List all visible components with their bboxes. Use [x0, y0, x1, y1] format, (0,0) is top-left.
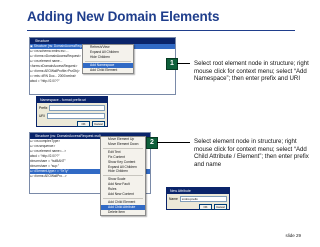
namespace-dialog-buttons: OK Cancel — [37, 119, 107, 129]
ok-button[interactable]: OK — [199, 204, 212, 210]
slide-number: slide 29 — [285, 233, 301, 238]
ok-button[interactable]: OK — [77, 121, 90, 127]
prefix-row: Prefix — [37, 103, 107, 111]
new-attribute-dialog: New Attribute Name xmlns:prefix OK Cance… — [166, 187, 230, 210]
uri-row: URI — [37, 111, 107, 119]
callout-1-text: Select root element node in structure; r… — [194, 60, 309, 83]
title-underline — [27, 30, 295, 31]
menu-separator — [103, 175, 143, 177]
namespace-dialog: Namespace - format prefix:uri Prefix URI… — [36, 96, 108, 127]
prefix-label: Prefix — [39, 106, 48, 110]
menu-item-hide-children[interactable]: Hide Children — [83, 55, 133, 60]
prefix-input[interactable] — [49, 105, 105, 111]
context-menu-2: Move Element Up Move Element Down Edit T… — [100, 136, 146, 216]
uri-input[interactable] — [46, 113, 105, 119]
menu-separator — [85, 60, 131, 62]
callout-number-2: 2 — [146, 137, 158, 149]
callout-1-arrow — [177, 63, 190, 64]
attribute-name-input[interactable]: xmlns:prefix — [179, 196, 227, 202]
slide-title: Adding New Domain Elements — [27, 9, 220, 24]
cancel-button[interactable]: Cancel — [214, 204, 227, 210]
menu-item-add-child-element[interactable]: Add Child Element — [83, 68, 133, 73]
menu-separator — [103, 197, 143, 199]
menu-item-delete[interactable]: Delete Item — [101, 210, 145, 215]
tree-node[interactable]: abcd = “http://2.0/??” — [30, 79, 175, 84]
menu-item[interactable]: Add New Content — [101, 192, 145, 197]
callout-number-1: 1 — [166, 58, 178, 70]
menu-item[interactable]: Hide Children — [101, 169, 145, 174]
attribute-name-label: Name — [169, 197, 178, 201]
uri-label: URI — [39, 114, 45, 118]
new-attribute-dialog-buttons: OK Cancel — [167, 202, 229, 212]
context-menu-1: Refresh/View Expand All Children Hide Ch… — [82, 44, 134, 74]
callout-2-text: Select element node in structure; right … — [194, 138, 309, 169]
menu-separator — [103, 147, 143, 149]
menu-item[interactable]: Move Element Down — [101, 142, 145, 147]
callout-2-arrow — [157, 142, 190, 143]
cancel-button[interactable]: Cancel — [92, 121, 105, 127]
attribute-name-row: Name xmlns:prefix — [167, 194, 229, 202]
